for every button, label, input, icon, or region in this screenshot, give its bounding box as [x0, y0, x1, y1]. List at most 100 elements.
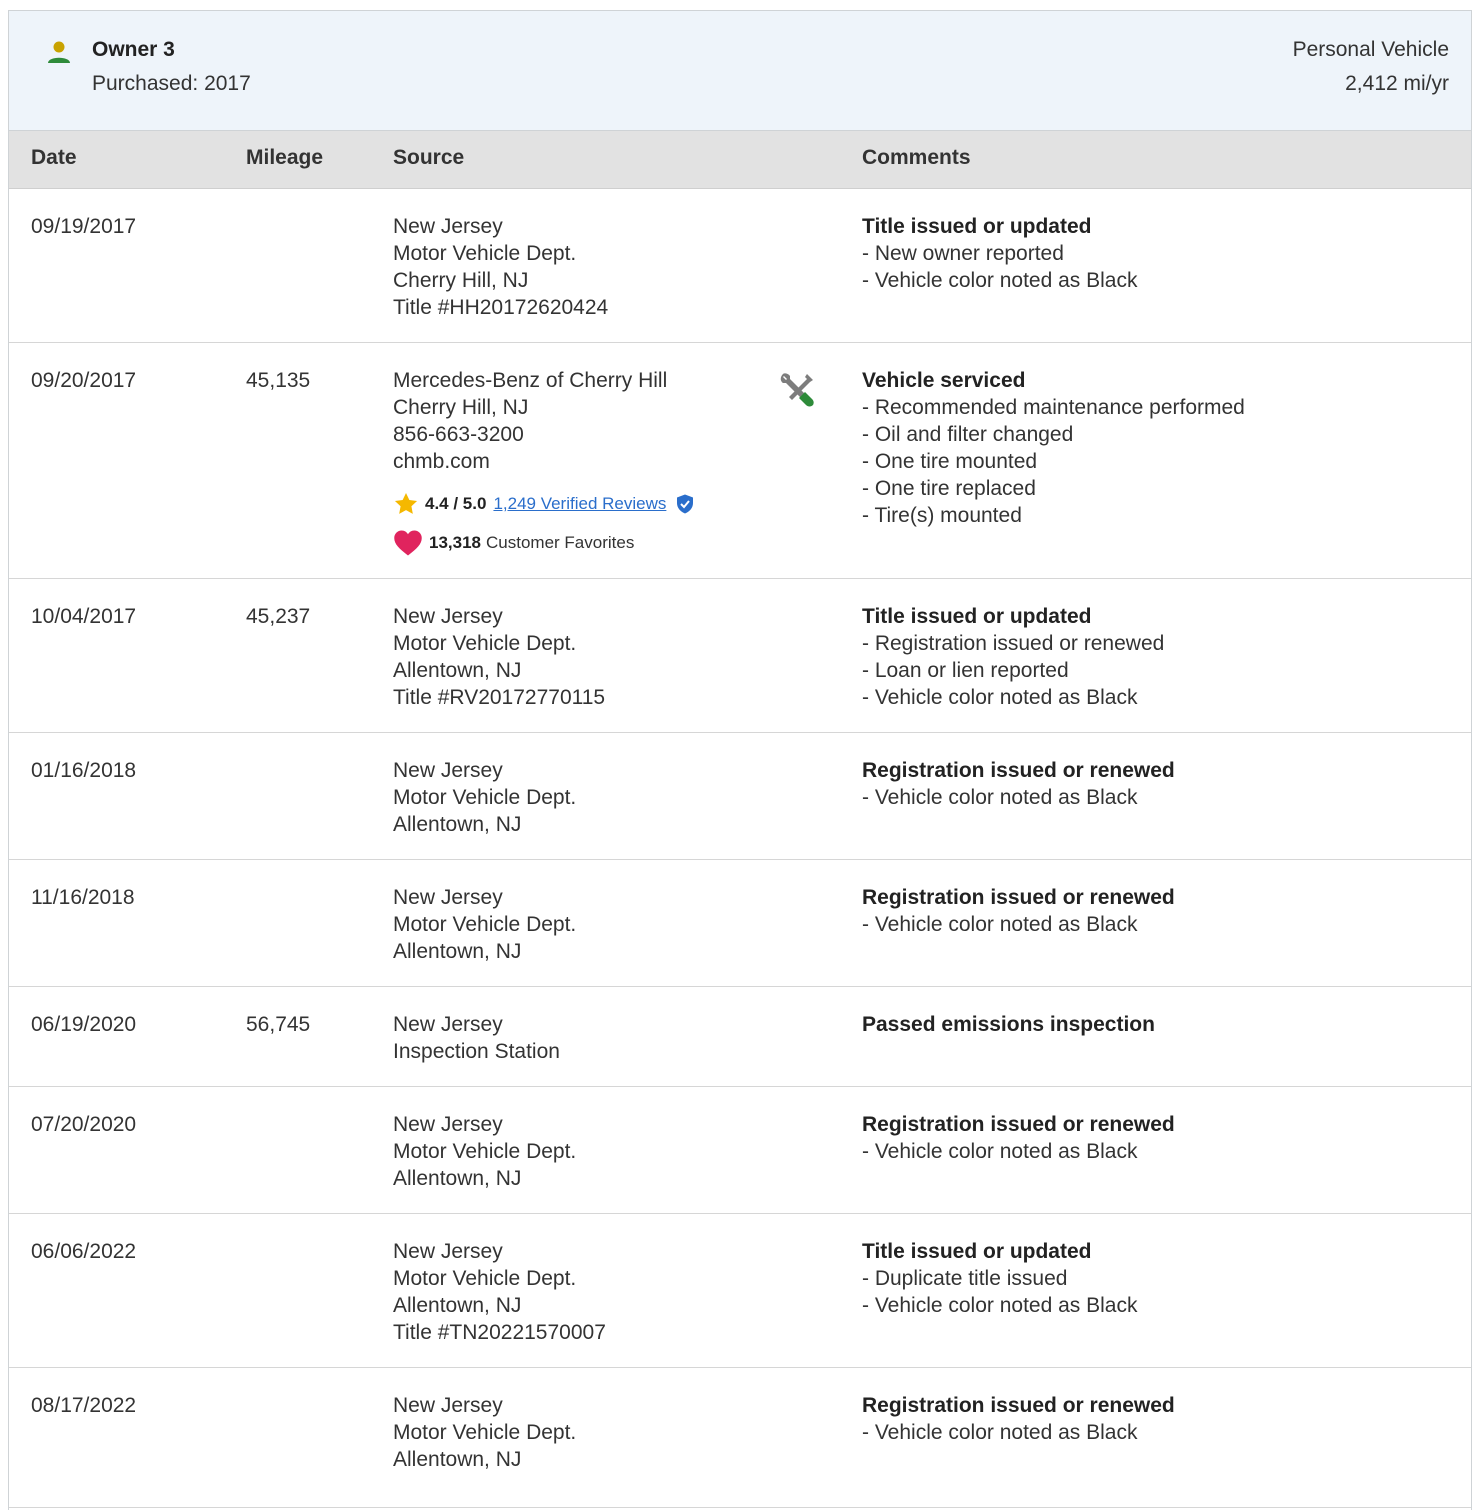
comment-item: - Registration issued or renewed [862, 632, 1165, 655]
owner-name: Owner 3 [92, 38, 175, 61]
source-line: Motor Vehicle Dept. [393, 913, 577, 936]
dealer-rating: 4.4 / 5.0 1,249 Verified Reviews [393, 491, 694, 517]
source-line: Motor Vehicle Dept. [393, 786, 577, 809]
rating-value: 4.4 / 5.0 [425, 494, 487, 513]
comment-title: Title issued or updated [862, 215, 1092, 238]
verified-reviews-link[interactable]: 1,249 Verified Reviews [493, 493, 666, 515]
comment-item: - Vehicle color noted as Black [862, 913, 1138, 936]
row-source: New Jersey Motor Vehicle Dept. Cherry Hill… [393, 213, 608, 321]
source-line: Mercedes-Benz of Cherry Hill [393, 369, 668, 392]
comment-item: - One tire mounted [862, 450, 1038, 473]
source-line: New Jersey [393, 759, 503, 782]
row-date: 10/04/2017 [31, 605, 137, 628]
comment-title: Vehicle serviced [862, 369, 1026, 392]
row-source: Mercedes-Benz of Cherry Hill Cherry Hill,… [393, 367, 694, 557]
row-mileage: 45,135 [246, 369, 311, 392]
row-date: 01/16/2018 [31, 759, 137, 782]
row-date: 11/16/2018 [31, 886, 135, 909]
source-line: New Jersey [393, 886, 503, 909]
comment-item: - Tire(s) mounted [862, 504, 1022, 527]
comment-item: - Vehicle color noted as Black [862, 1140, 1138, 1163]
customer-favorites: 13,318 Customer Favorites [393, 529, 694, 557]
comment-item: - Vehicle color noted as Black [862, 1421, 1138, 1444]
source-line: Cherry Hill, NJ [393, 269, 529, 292]
source-line: New Jersey [393, 1394, 503, 1417]
source-line: Allentown, NJ [393, 1167, 522, 1190]
table-row: 11/16/2018 New Jersey Motor Vehicle Dept. A… [9, 860, 1471, 987]
star-icon [394, 492, 418, 514]
owner-use-type: Personal Vehicle [1292, 38, 1449, 61]
source-line: Title #TN20221570007 [393, 1321, 606, 1344]
table-row: 07/20/2020 New Jersey Motor Vehicle Dept. A… [9, 1087, 1471, 1214]
comment-item: - Duplicate title issued [862, 1267, 1068, 1290]
table-row: 06/06/2022 New Jersey Motor Vehicle Dept. A… [9, 1214, 1471, 1368]
comment-item: - New owner reported [862, 242, 1064, 265]
source-line: Title #RV20172770115 [393, 686, 606, 709]
row-source: New Jersey Motor Vehicle Dept. Allentown, … [393, 1111, 576, 1192]
comment-title: Registration issued or renewed [862, 1394, 1175, 1417]
owner-history-card: Owner 3 Purchased: 2017 Personal Vehicle… [8, 10, 1472, 1510]
row-date: 07/20/2020 [31, 1113, 137, 1136]
row-date: 06/19/2020 [31, 1013, 137, 1036]
favorites-count: 13,318 [429, 533, 481, 552]
source-line: Inspection Station [393, 1040, 560, 1063]
table-row: 06/19/2020 56,745 New Jersey Inspection Sta… [9, 987, 1471, 1087]
verified-badge-icon [677, 494, 694, 514]
row-comments: Vehicle serviced - Recommended maintenanc… [862, 367, 1245, 529]
row-comments: Registration issued or renewed - Vehicle … [862, 1111, 1175, 1165]
header-comments: Comments [862, 146, 971, 169]
owner-miles-per-year: 2,412 mi/yr [1345, 72, 1449, 95]
source-line: Allentown, NJ [393, 1448, 522, 1471]
row-source: New Jersey Inspection Station [393, 1011, 560, 1065]
source-line: Motor Vehicle Dept. [393, 1421, 577, 1444]
comment-item: - Vehicle color noted as Black [862, 269, 1138, 292]
wrench-screwdriver-icon [780, 373, 814, 407]
table-row: 09/20/2017 45,135 Mercedes-Benz of Cherry … [9, 343, 1471, 579]
owner-purchased: Purchased: 2017 [92, 72, 251, 95]
source-line: Allentown, NJ [393, 940, 522, 963]
row-comments: Passed emissions inspection [862, 1011, 1155, 1038]
comment-item: - Loan or lien reported [862, 659, 1069, 682]
source-line: New Jersey [393, 1240, 503, 1263]
heart-icon [394, 530, 422, 556]
row-date: 08/17/2022 [31, 1394, 137, 1417]
row-comments: Registration issued or renewed - Vehicle … [862, 757, 1175, 811]
owner-header: Owner 3 Purchased: 2017 Personal Vehicle… [9, 11, 1471, 131]
row-comments: Title issued or updated - Registration is… [862, 603, 1164, 711]
comment-title: Registration issued or renewed [862, 1113, 1175, 1136]
comment-item: - Vehicle color noted as Black [862, 786, 1138, 809]
row-source: New Jersey Motor Vehicle Dept. Allentown, … [393, 1238, 606, 1346]
source-line: New Jersey [393, 605, 503, 628]
table-row: 09/19/2017 New Jersey Motor Vehicle Dept. C… [9, 189, 1471, 343]
header-source: Source [393, 146, 465, 169]
source-line: Motor Vehicle Dept. [393, 632, 577, 655]
source-line: Allentown, NJ [393, 1294, 522, 1317]
row-date: 09/19/2017 [31, 215, 137, 238]
source-line: Cherry Hill, NJ [393, 396, 529, 419]
source-line: Motor Vehicle Dept. [393, 242, 577, 265]
comment-title: Title issued or updated [862, 605, 1092, 628]
source-line: Allentown, NJ [393, 659, 522, 682]
source-line: Motor Vehicle Dept. [393, 1267, 577, 1290]
source-line: New Jersey [393, 1013, 503, 1036]
comment-item: - Recommended maintenance performed [862, 396, 1245, 419]
source-line: Motor Vehicle Dept. [393, 1140, 577, 1163]
row-source: New Jersey Motor Vehicle Dept. Allentown, … [393, 603, 605, 711]
table-row: 10/04/2017 45,237 New Jersey Motor Vehicle … [9, 579, 1471, 733]
comment-item: - Vehicle color noted as Black [862, 1294, 1138, 1317]
comment-item: - Oil and filter changed [862, 423, 1074, 446]
table-row: 08/17/2022 New Jersey Motor Vehicle Dept. A… [9, 1368, 1471, 1508]
person-icon [48, 41, 70, 63]
header-mileage: Mileage [246, 146, 324, 169]
row-comments: Registration issued or renewed - Vehicle … [862, 884, 1175, 938]
comment-title: Passed emissions inspection [862, 1013, 1155, 1036]
history-rows: 09/19/2017 New Jersey Motor Vehicle Dept. C… [9, 189, 1471, 1508]
row-mileage: 56,745 [246, 1013, 311, 1036]
source-line: New Jersey [393, 1113, 503, 1136]
source-line: New Jersey [393, 215, 503, 238]
comment-item: - Vehicle color noted as Black [862, 686, 1138, 709]
source-line: Title #HH20172620424 [393, 296, 609, 319]
comment-title: Registration issued or renewed [862, 759, 1175, 782]
row-comments: Title issued or updated - New owner repor… [862, 213, 1137, 294]
source-line: Allentown, NJ [393, 813, 522, 836]
